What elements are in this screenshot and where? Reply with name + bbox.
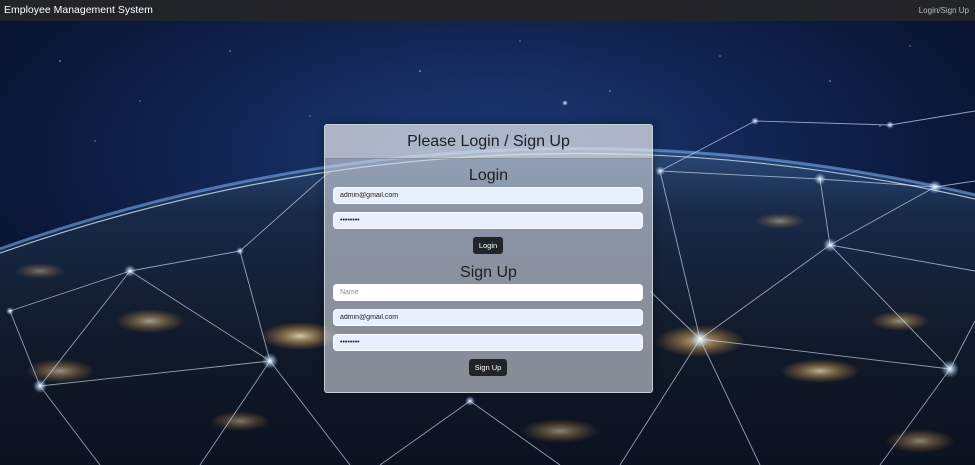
signup-password-field[interactable] [333, 334, 643, 351]
page: Employee Management System Login/Sign Up… [0, 0, 975, 465]
signup-button[interactable]: Sign Up [469, 359, 507, 376]
navbar: Employee Management System Login/Sign Up [0, 0, 975, 21]
card-title: Please Login / Sign Up [407, 133, 570, 150]
login-signup-nav-link[interactable]: Login/Sign Up [919, 5, 969, 16]
signup-email-field[interactable] [333, 309, 643, 326]
login-password-field[interactable] [333, 212, 643, 229]
login-button[interactable]: Login [473, 237, 503, 254]
login-title: Login [468, 167, 509, 184]
card-header: Please Login / Sign Up [325, 125, 652, 159]
brand-link[interactable]: Employee Management System [4, 3, 153, 17]
login-email-field[interactable] [333, 187, 643, 204]
auth-card: Please Login / Sign Up Login Login Sign … [324, 124, 653, 393]
signup-name-field[interactable] [333, 284, 643, 301]
signup-title: Sign Up [460, 264, 517, 281]
